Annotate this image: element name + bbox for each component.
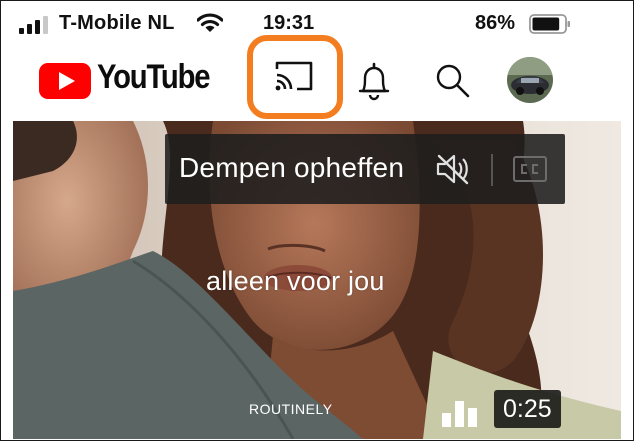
clock-time: 19:31	[263, 12, 315, 34]
cast-button[interactable]	[247, 35, 343, 119]
search-icon[interactable]	[435, 63, 471, 99]
cast-icon	[275, 61, 313, 91]
account-avatar[interactable]	[507, 57, 553, 103]
muted-speaker-icon[interactable]	[435, 152, 471, 186]
carrier-name: T-Mobile NL	[59, 12, 175, 34]
divider	[491, 154, 493, 186]
notifications-bell-icon[interactable]	[357, 61, 391, 101]
video-duration: 0:25	[494, 390, 561, 428]
video-caption: alleen voor jou	[206, 266, 385, 296]
unmute-banner[interactable]: Dempen opheffen	[165, 134, 565, 204]
advertiser-brand: ROUTINELY	[249, 401, 333, 417]
battery-icon	[529, 14, 570, 34]
wifi-icon	[197, 13, 223, 32]
screenshot-frame: T-Mobile NL 19:31 86% YouTube Dempen oph…	[0, 0, 634, 441]
closed-captions-icon[interactable]	[513, 156, 547, 182]
signal-icon	[19, 16, 48, 34]
youtube-logo-text[interactable]: YouTube	[97, 58, 211, 97]
unmute-label: Dempen opheffen	[179, 152, 405, 183]
youtube-logo-icon[interactable]	[39, 63, 91, 99]
battery-percent: 86%	[475, 12, 516, 34]
stats-icon	[442, 401, 477, 427]
